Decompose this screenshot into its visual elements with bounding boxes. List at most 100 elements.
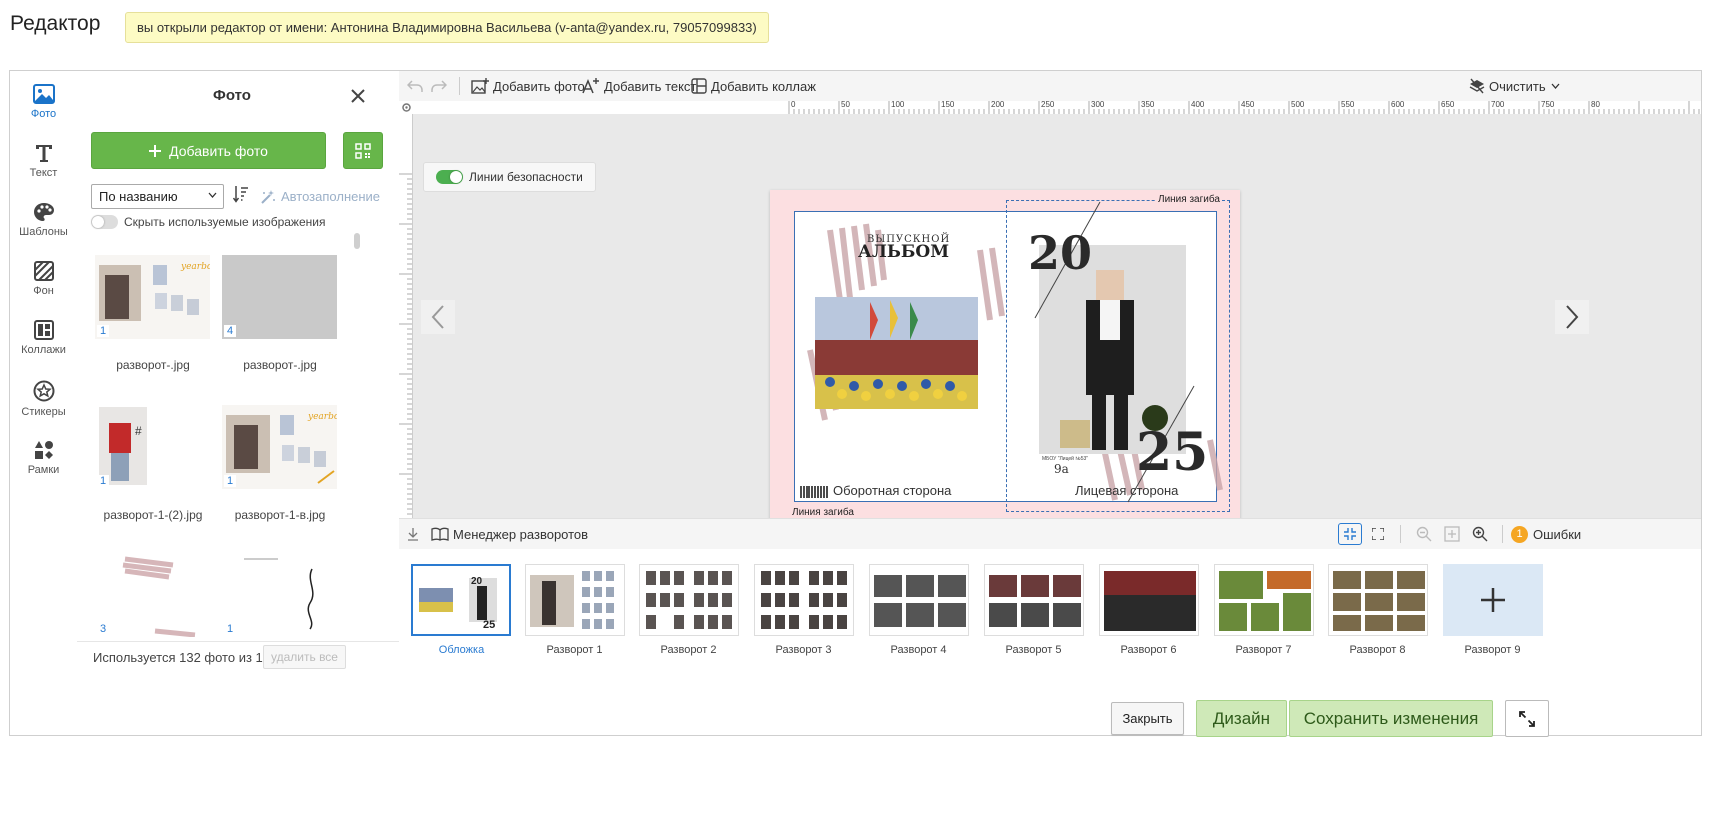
ruler-label: 350 — [1141, 101, 1155, 109]
photo-thumbnail[interactable]: yearbook 1 — [222, 405, 337, 489]
rail-label: Фон — [33, 285, 54, 297]
close-panel-button[interactable] — [349, 87, 367, 105]
editor-toolbar: Добавить фото Добавить текст Добавить ко… — [399, 71, 1701, 102]
chevron-left-icon — [431, 305, 444, 329]
previous-spread-button[interactable] — [421, 300, 455, 334]
tool-rail: Фото Текст Шаблоны Фон Коллажи Стикеры Р… — [10, 71, 78, 735]
errors-count-badge: 1 — [1511, 525, 1528, 543]
canvas-area: Линии безопасности ВЫПУСКНОЙ АЛЬБОМ 20 2… — [413, 114, 1701, 522]
errors-button[interactable]: 1 Ошибки — [1511, 525, 1581, 543]
photo-thumbnail[interactable]: # 1 — [95, 405, 210, 489]
toggle-switch[interactable] — [91, 215, 118, 229]
design-button[interactable]: Дизайн — [1196, 700, 1287, 737]
redo-button[interactable] — [431, 77, 451, 95]
album-title: АЛЬБОМ — [858, 242, 950, 262]
rail-label: Рамки — [27, 464, 60, 476]
download-icon[interactable] — [407, 527, 419, 541]
chevron-down-icon — [208, 192, 217, 198]
fit-to-screen-button[interactable] — [1338, 523, 1362, 545]
spread-thumbnail[interactable] — [754, 564, 854, 636]
toolbar-add-collage[interactable]: Добавить коллаж — [691, 77, 816, 95]
svg-text:25: 25 — [483, 619, 495, 631]
spread-label: Разворот 2 — [660, 644, 717, 656]
front-side-selection[interactable] — [1006, 200, 1230, 512]
rail-item-background[interactable]: Фон — [10, 248, 77, 310]
photo-thumbnail[interactable]: 4 — [222, 255, 337, 339]
spread-label: Разворот 5 — [1005, 644, 1062, 656]
svg-text:yearbook: yearbook — [180, 262, 210, 272]
spread-label: Разворот 6 — [1120, 644, 1177, 656]
qr-upload-button[interactable] — [343, 132, 383, 169]
ruler-settings-icon[interactable] — [401, 102, 412, 113]
spread-preview: 20 25 — [413, 566, 509, 634]
hide-used-toggle[interactable]: Скрыть используемые изображения — [91, 212, 325, 232]
spread-manager-bar: Менеджер разворотов 1 Ошибки — [399, 518, 1701, 550]
ruler-label: 750 — [1541, 101, 1555, 109]
add-photo-button[interactable]: Добавить фото — [91, 132, 326, 169]
sort-direction-button[interactable] — [232, 185, 249, 208]
ruler-label: 100 — [891, 101, 905, 109]
toolbar-add-photo[interactable]: Добавить фото — [471, 77, 585, 95]
close-button[interactable]: Закрыть — [1111, 702, 1184, 735]
next-spread-button[interactable] — [1555, 300, 1589, 334]
rail-item-frames[interactable]: Рамки — [10, 427, 77, 489]
zoom-out-button[interactable] — [1412, 523, 1436, 545]
spread-thumbnail[interactable] — [1099, 564, 1199, 636]
clear-dropdown[interactable]: Очистить — [1469, 77, 1564, 95]
spread-label: Разворот 3 — [775, 644, 832, 656]
toggle-switch[interactable] — [436, 170, 463, 184]
rail-item-templates[interactable]: Шаблоны — [10, 189, 77, 251]
plus-icon — [1481, 588, 1505, 612]
toolbar-add-text[interactable]: Добавить текст — [582, 77, 696, 95]
cover-spread[interactable]: ВЫПУСКНОЙ АЛЬБОМ 20 25 МБОУ "Лицей №53" … — [770, 190, 1240, 522]
usage-count: 4 — [224, 325, 237, 337]
front-side-label: Лицевая сторона — [1075, 483, 1179, 498]
collage-icon — [33, 320, 54, 340]
ruler-label: 300 — [1091, 101, 1105, 109]
safety-lines-label: Линии безопасности — [469, 170, 583, 184]
undo-icon — [407, 80, 423, 92]
zoom-in-button[interactable] — [1468, 523, 1492, 545]
spread-thumbnail[interactable] — [639, 564, 739, 636]
spread-manager-button[interactable]: Менеджер разворотов — [431, 525, 588, 543]
photo-filename: разворот-.jpg — [116, 358, 190, 372]
spread-thumbnail-cover[interactable]: 20 25 — [411, 564, 511, 636]
panel-scrollbar[interactable] — [354, 233, 360, 249]
spread-thumbnail[interactable] — [984, 564, 1084, 636]
zoom-fit-button[interactable] — [1440, 523, 1464, 545]
save-changes-button[interactable]: Сохранить изменения — [1289, 700, 1493, 737]
photo-filename: разворот-1-(2).jpg — [103, 508, 203, 522]
spread-thumbnail[interactable] — [869, 564, 969, 636]
sort-select[interactable]: По названию — [91, 184, 224, 209]
ruler-label: 650 — [1441, 101, 1455, 109]
photo-thumbnail[interactable]: yearbook 1 — [95, 255, 210, 339]
spread-label: Разворот 4 — [890, 644, 947, 656]
autofill-button[interactable]: Автозаполнение — [260, 184, 380, 209]
rail-item-text[interactable]: Текст — [10, 130, 77, 192]
rail-item-collages[interactable]: Коллажи — [10, 307, 77, 369]
spread-thumbnail[interactable] — [1328, 564, 1428, 636]
add-image-icon — [471, 78, 489, 94]
spread-label: Разворот 9 — [1464, 644, 1521, 656]
add-spread-button[interactable] — [1443, 564, 1543, 636]
fullscreen-button[interactable] — [1505, 700, 1549, 737]
photo-filename: разворот-.jpg — [243, 358, 317, 372]
spread-preview — [640, 565, 738, 635]
delete-all-button[interactable]: удалить все — [263, 645, 346, 669]
editor-window: Фото Текст Шаблоны Фон Коллажи Стикеры Р… — [9, 70, 1702, 736]
toolbar-add-photo-label: Добавить фото — [493, 78, 585, 94]
spread-preview — [870, 565, 968, 635]
rail-item-photo[interactable]: Фото — [10, 71, 77, 133]
photo-thumbnail[interactable]: 3 — [95, 551, 210, 637]
safety-lines-toggle[interactable]: Линии безопасности — [423, 162, 596, 192]
spread-thumbnail[interactable] — [525, 564, 625, 636]
undo-button[interactable] — [407, 77, 427, 95]
spread-thumbnail[interactable] — [1214, 564, 1314, 636]
zoom-fit-icon — [1444, 526, 1460, 542]
fullscreen-canvas-button[interactable] — [1366, 523, 1390, 545]
rail-item-stickers[interactable]: Стикеры — [10, 368, 77, 430]
back-side-label: Оборотная сторона — [833, 483, 952, 498]
sort-icon — [232, 186, 248, 203]
photo-thumbnail[interactable]: 1 — [222, 551, 337, 637]
photo-image: # — [95, 405, 210, 489]
